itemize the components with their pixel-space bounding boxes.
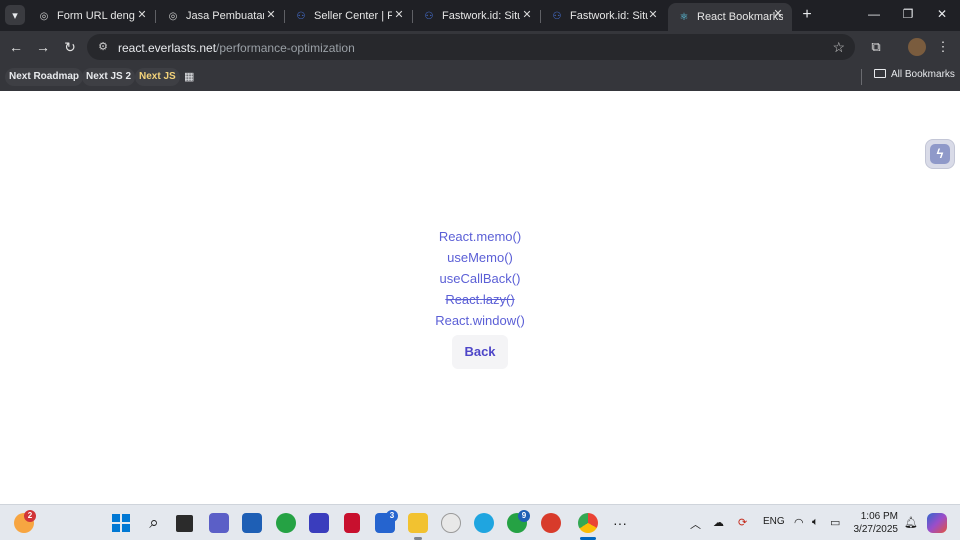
bookmark-next-js[interactable]: Next JS bbox=[135, 68, 180, 86]
link-use-memo[interactable]: useMemo() bbox=[380, 248, 580, 269]
teams-icon[interactable] bbox=[209, 513, 229, 533]
windows-taskbar: 2 ⌕ 3 9 ··· ︿ ☁ ⟳ ENG ◠ 🔈︎ ▭ 1:06 PM 3/2… bbox=[0, 504, 960, 540]
wps-office-icon[interactable] bbox=[541, 513, 561, 533]
close-icon[interactable]: ✕ bbox=[772, 8, 784, 20]
restore-icon[interactable]: ❐ bbox=[900, 7, 916, 21]
sync-error-icon[interactable]: ⟳ bbox=[738, 516, 747, 529]
forward-arrow-icon[interactable]: → bbox=[35, 39, 51, 55]
close-icon[interactable]: ✕ bbox=[647, 9, 659, 21]
globe-icon: ◎ bbox=[168, 10, 178, 22]
close-icon[interactable]: ✕ bbox=[136, 9, 148, 21]
tab-title: Fastwork.id: Situs F bbox=[570, 10, 648, 22]
fastwork-icon: ⚇ bbox=[424, 10, 434, 22]
link-react-lazy[interactable]: React.lazy() bbox=[380, 290, 580, 311]
url-text[interactable]: react.everlasts.net/performance-optimiza… bbox=[118, 41, 355, 55]
close-icon[interactable]: ✕ bbox=[265, 9, 277, 21]
start-windows-icon[interactable] bbox=[111, 513, 131, 533]
reload-icon[interactable]: ↻ bbox=[62, 39, 78, 55]
more-apps-ellipsis-icon[interactable]: ··· bbox=[610, 513, 630, 533]
globe-icon: ◎ bbox=[39, 10, 49, 22]
chatgpt-icon[interactable] bbox=[441, 513, 461, 533]
tab-react-bookmarks[interactable]: ⚛ React Bookmarks ✕ bbox=[668, 3, 792, 31]
floating-extension-button[interactable]: ϟ bbox=[925, 139, 955, 169]
profile-avatar[interactable] bbox=[908, 38, 926, 56]
tab-form-url[interactable]: ◎ Form URL dengan ✕ bbox=[28, 4, 156, 28]
tab-search-chevron-icon[interactable]: ▾ bbox=[5, 5, 25, 25]
volume-icon[interactable]: 🔈︎ bbox=[812, 516, 819, 529]
clock-date: 3/27/2025 bbox=[853, 524, 899, 535]
extensions-puzzle-icon[interactable]: ⧉ bbox=[868, 39, 884, 55]
notification-bell-icon[interactable]: 🔔︎ bbox=[904, 516, 918, 529]
chrome-icon[interactable] bbox=[578, 513, 598, 533]
optimization-link-list: React.memo() useMemo() useCallBack() Rea… bbox=[380, 227, 580, 332]
tray-chevron-up-icon[interactable]: ︿ bbox=[690, 516, 701, 532]
tab-title: Form URL dengan bbox=[57, 10, 135, 22]
link-react-window[interactable]: React.window() bbox=[380, 311, 580, 332]
edge-icon[interactable] bbox=[474, 513, 494, 533]
url-path: /performance-optimization bbox=[216, 41, 355, 55]
all-bookmarks-button[interactable]: All Bookmarks bbox=[874, 69, 955, 80]
link-react-memo[interactable]: React.memo() bbox=[380, 227, 580, 248]
wifi-icon[interactable]: ◠ bbox=[794, 516, 804, 529]
mcafee-icon[interactable] bbox=[344, 513, 360, 533]
tab-seller-center[interactable]: ⚇ Seller Center | Fast ✕ bbox=[285, 4, 413, 28]
all-bookmarks-label: All Bookmarks bbox=[891, 69, 955, 80]
todo-badge: 3 bbox=[386, 510, 398, 522]
tab-strip: ▾ ◎ Form URL dengan ✕ ◎ Jasa Pembuatan W… bbox=[0, 0, 960, 31]
minimize-icon[interactable]: — bbox=[866, 7, 882, 21]
bookmark-star-icon[interactable]: ☆ bbox=[832, 39, 845, 56]
tab-title: Jasa Pembuatan W bbox=[186, 10, 264, 22]
back-arrow-icon[interactable]: ← bbox=[8, 39, 24, 55]
link-use-callback[interactable]: useCallBack() bbox=[380, 269, 580, 290]
tab-title: React Bookmarks bbox=[697, 11, 783, 23]
lightning-icon: ϟ bbox=[930, 144, 950, 164]
tab-jasa-pembuatan[interactable]: ◎ Jasa Pembuatan W ✕ bbox=[157, 4, 285, 28]
browser-chrome: ▾ ◎ Form URL dengan ✕ ◎ Jasa Pembuatan W… bbox=[0, 0, 960, 91]
react-icon: ⚛ bbox=[679, 11, 689, 23]
url-domain: react.everlasts.net bbox=[118, 41, 217, 55]
whatsapp-badge: 9 bbox=[518, 510, 530, 522]
task-view-icon[interactable] bbox=[176, 515, 193, 532]
menu-kebab-icon[interactable]: ⋮ bbox=[935, 39, 951, 55]
site-settings-icon[interactable]: ⚙ bbox=[96, 40, 110, 54]
folder-icon bbox=[874, 69, 886, 78]
close-icon[interactable]: ✕ bbox=[521, 9, 533, 21]
bookmark-next-js-2[interactable]: Next JS 2 bbox=[82, 68, 136, 86]
page-content: ϟ React.memo() useMemo() useCallBack() R… bbox=[0, 91, 960, 504]
file-explorer-icon[interactable] bbox=[408, 513, 428, 533]
onedrive-cloud-icon[interactable]: ☁ bbox=[713, 516, 724, 529]
window-close-icon[interactable]: ✕ bbox=[934, 7, 950, 21]
language-indicator[interactable]: ENG bbox=[763, 516, 785, 527]
search-icon[interactable]: ⌕ bbox=[144, 513, 164, 533]
new-tab-plus-icon[interactable]: + bbox=[799, 7, 815, 23]
whatsapp-icon[interactable] bbox=[276, 513, 296, 533]
address-bar[interactable]: ⚙ react.everlasts.net/performance-optimi… bbox=[87, 34, 855, 60]
system-clock[interactable]: 1:06 PM 3/27/2025 bbox=[826, 510, 899, 536]
tab-title: Fastwork.id: Situs F bbox=[442, 10, 520, 22]
browser-toolbar: ← → ↻ ⚙ react.everlasts.net/performance-… bbox=[0, 31, 960, 63]
fastwork-icon: ⚇ bbox=[552, 10, 562, 22]
clock-time: 1:06 PM bbox=[860, 511, 898, 522]
tab-fastwork-2[interactable]: ⚇ Fastwork.id: Situs F ✕ bbox=[541, 4, 667, 28]
close-icon[interactable]: ✕ bbox=[393, 9, 405, 21]
fastwork-icon: ⚇ bbox=[296, 10, 306, 22]
back-button[interactable]: Back bbox=[452, 335, 508, 369]
store-icon[interactable] bbox=[242, 513, 262, 533]
copilot-icon[interactable] bbox=[927, 513, 947, 533]
bookmarks-bar: Next Roadmap Next JS 2 Next JS ▦ All Boo… bbox=[0, 63, 960, 91]
tab-title: Seller Center | Fast bbox=[314, 10, 392, 22]
bookmark-next-roadmap[interactable]: Next Roadmap bbox=[5, 68, 84, 86]
bookmarks-divider bbox=[861, 69, 862, 85]
pen-app-icon[interactable] bbox=[309, 513, 329, 533]
apps-grid-icon[interactable]: ▦ bbox=[184, 71, 196, 83]
tab-fastwork-1[interactable]: ⚇ Fastwork.id: Situs F ✕ bbox=[413, 4, 541, 28]
weather-badge: 2 bbox=[24, 510, 36, 522]
